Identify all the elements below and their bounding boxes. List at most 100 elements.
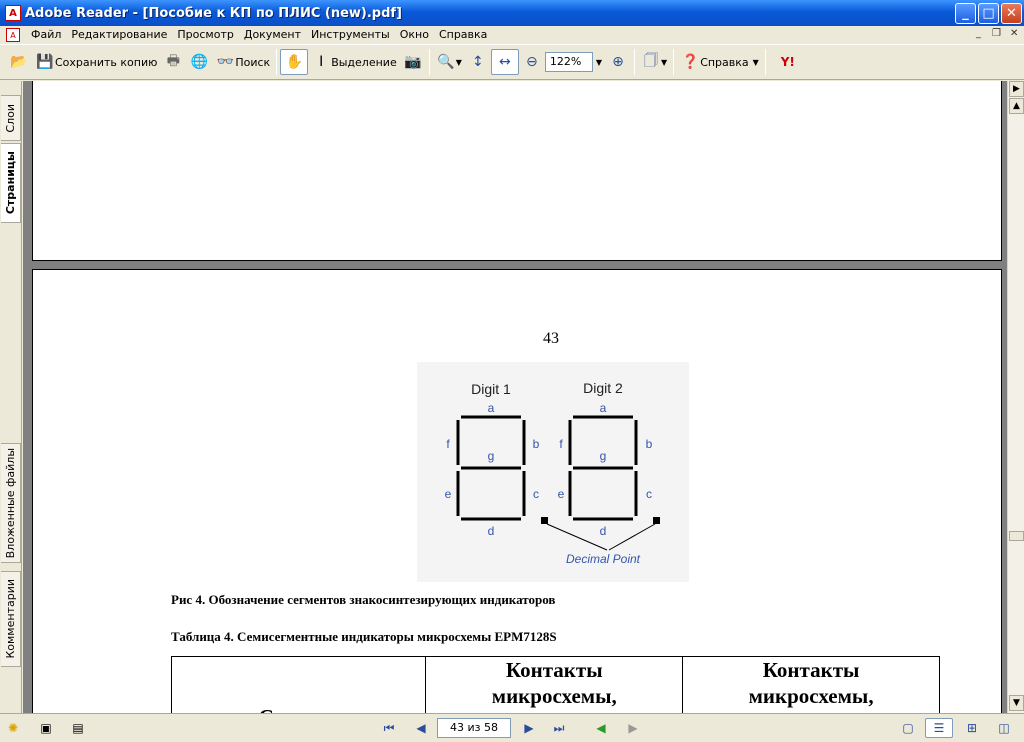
menu-help[interactable]: Справка [434,26,492,44]
fit-width-button[interactable]: ↔ [490,49,519,75]
open-button[interactable]: 📂 [6,49,32,75]
d2-seg-e: e [558,487,565,501]
seven-segment-figure: Digit 1 Digit 2 a b c d e f g a b c d e … [417,362,689,582]
navigation-panel-tabs: Слои Страницы Вложенные файлы Комментари… [0,81,22,713]
document-icon[interactable]: A [6,28,20,42]
continuous-facing-icon[interactable]: ⊞ [961,718,983,738]
tab-layers-label: Слои [4,103,17,133]
d2-seg-d: d [600,524,607,538]
tab-comments[interactable]: Комментарии [1,571,21,667]
toolbar: 📂 💾 Сохранить копию 🖶 🌐 👓 Поиск ✋ I Выделен… [0,44,1024,80]
menu-window[interactable]: Окно [395,26,434,44]
yahoo-button[interactable]: Y! [769,49,807,75]
d2-seg-c: c [646,487,652,501]
help-button[interactable]: ❓ Справка ▼ [677,49,762,75]
title-bar: A Adobe Reader - [Пособие к КП по ПЛИС (… [0,0,1024,26]
toolbar-separator [276,49,278,75]
maximize-button[interactable]: □ [978,3,999,24]
status-bar: ✺ ▣ ▤ ⏮ ◀ 43 из 58 ▶ ⏭ ◀ ▶ ▢ ☰ ⊞ ◫ [0,713,1024,742]
minimize-button[interactable]: _ [955,3,976,24]
yahoo-icon: Y! [780,55,795,69]
tab-attachments[interactable]: Вложенные файлы [1,443,21,563]
select-tool-button[interactable]: I Выделение [308,49,400,75]
restore-doc-icon[interactable]: ❐ [992,28,1001,39]
back-view-icon[interactable]: ◀ [590,718,612,738]
menu-bar: A Файл Редактирование Просмотр Документ … [0,26,1024,44]
menu-file[interactable]: Файл [26,26,66,44]
zoom-out-icon: ⊖ [526,54,538,70]
print-button[interactable]: 🖶 [160,49,186,75]
chevron-down-icon: ▼ [661,57,668,67]
single-page-icon[interactable]: ▢ [897,718,919,738]
sun-icon[interactable]: ✺ [4,718,22,738]
continuous-page-icon[interactable]: ☰ [925,718,953,738]
pdf-page-current: 43 Digit 1 Digit 2 a b c d e f g a b c d… [32,269,1002,713]
printer-icon: 🖶 [166,53,180,69]
d2-seg-a: a [600,401,607,415]
d1-decimal-point [541,517,548,524]
menu-view[interactable]: Просмотр [172,26,238,44]
chevron-down-icon: ▼ [752,57,759,67]
d2-decimal-point [653,517,660,524]
snapshot-button[interactable]: 📷 [400,49,426,75]
minimize-doc-icon[interactable]: _ [976,28,981,39]
page-display-icon[interactable]: ▣ [36,718,56,738]
menu-edit[interactable]: Редактирование [66,26,172,44]
text-cursor-icon: I [319,54,324,70]
tab-layers[interactable]: Слои [1,95,21,141]
tab-pages[interactable]: Страницы [1,143,21,223]
d1-seg-a: a [488,401,495,415]
next-page-button[interactable]: ▶ [518,718,540,738]
save-copy-button[interactable]: 💾 Сохранить копию [32,49,160,75]
search-button[interactable]: 👓 Поиск [212,49,273,75]
scroll-thumb[interactable] [1009,531,1024,541]
close-button[interactable]: ✕ [1001,3,1022,24]
rotate-button[interactable]: 🗍 ▼ [638,49,670,75]
save-copy-label: Сохранить копию [55,55,158,69]
hand-tool-button[interactable]: ✋ [280,49,309,75]
scroll-right-arrow-icon[interactable]: ▶ [1009,81,1024,97]
page-number-input[interactable]: 43 из 58 [437,718,511,738]
zoom-dropdown-button[interactable]: ▼ [593,49,605,75]
document-viewport[interactable]: 43 Digit 1 Digit 2 a b c d e f g a b c d… [23,81,1007,713]
zoom-tool-button[interactable]: 🔍 ▼ [433,49,465,75]
email-button[interactable]: 🌐 [186,49,212,75]
page-number: 43 [543,330,559,347]
d1-seg-b: b [533,437,540,451]
close-doc-icon[interactable]: ✕ [1010,28,1018,39]
vertical-scrollbar[interactable]: ▶ ▲ ▼ [1007,81,1024,713]
binoculars-icon: 👓 [216,54,235,70]
scroll-down-arrow-icon[interactable]: ▼ [1009,695,1024,711]
pdf-page-previous [32,81,1002,261]
previous-page-button[interactable]: ◀ [410,718,432,738]
d1-seg-c: c [533,487,539,501]
zoom-input[interactable]: 122% [544,52,593,72]
segments-table: Сегмент Контакты микросхемы, Контакты ми… [170,656,940,713]
menu-document[interactable]: Документ [239,26,306,44]
open-folder-icon: 📂 [10,54,28,70]
camera-icon: 📷 [404,54,422,70]
fit-page-icon: ↕ [472,54,484,70]
save-icon: 💾 [36,54,54,70]
menu-tools[interactable]: Инструменты [306,26,395,44]
zoom-in-magnifier-icon: 🔍 [437,54,455,70]
adobe-reader-icon[interactable]: A [5,5,21,21]
forward-view-icon[interactable]: ▶ [622,718,644,738]
scroll-up-arrow-icon[interactable]: ▲ [1009,98,1024,114]
facing-page-icon[interactable]: ◫ [993,718,1015,738]
last-page-button[interactable]: ⏭ [548,718,570,738]
document-properties-icon[interactable]: ▤ [68,718,88,738]
digit1-label: Digit 1 [471,381,511,397]
zoom-in-button[interactable]: ⊕ [605,49,631,75]
fit-width-icon: ↔ [499,54,511,70]
first-page-button[interactable]: ⏮ [378,718,400,738]
figure-caption: Рис 4. Обозначение сегментов знакосинтез… [171,592,556,607]
table-title: Таблица 4. Семисегментные индикаторы мик… [171,629,557,644]
zoom-out-button[interactable]: ⊖ [519,49,545,75]
window-title: Adobe Reader - [Пособие к КП по ПЛИС (ne… [25,5,402,21]
decimal-point-label: Decimal Point [566,552,641,566]
table-header-contacts-2: Контакты микросхемы, [682,656,940,713]
select-label: Выделение [331,55,397,69]
help-icon: ❓ [681,54,699,70]
fit-page-button[interactable]: ↕ [465,49,491,75]
